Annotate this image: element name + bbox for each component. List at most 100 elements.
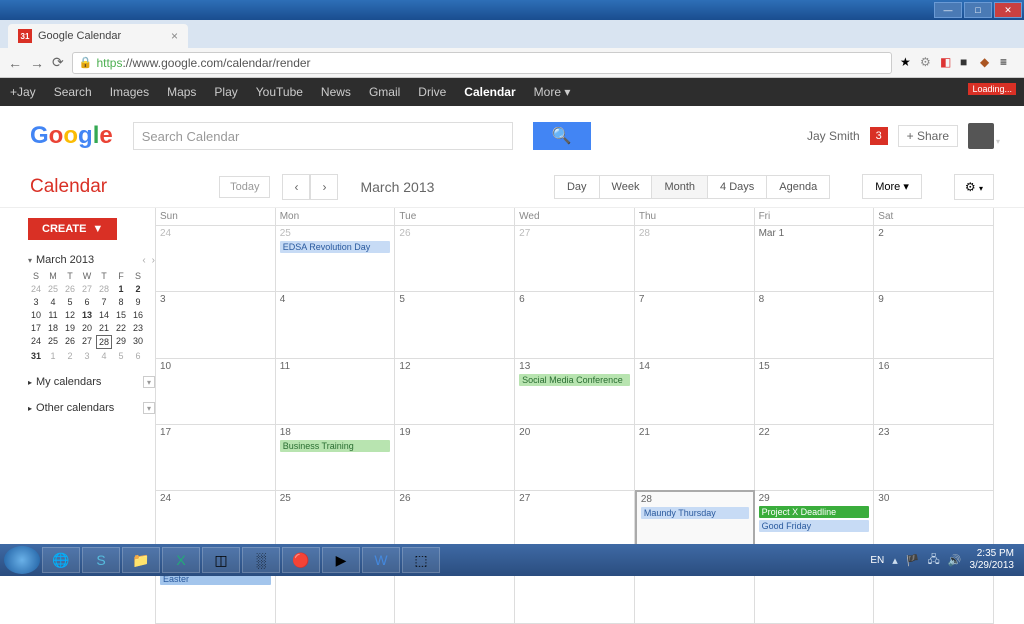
mini-day[interactable]: 1 (45, 350, 61, 362)
day-cell[interactable]: 11 (276, 358, 396, 424)
mini-day[interactable]: 18 (45, 322, 61, 334)
mini-day[interactable]: 29 (113, 335, 129, 349)
mini-day[interactable]: 27 (79, 283, 95, 295)
volume-icon[interactable]: 🔊 (948, 554, 962, 567)
mini-day[interactable]: 5 (62, 296, 78, 308)
back-button[interactable]: ← (8, 55, 22, 71)
mini-day[interactable]: 25 (45, 283, 61, 295)
taskbar-explorer[interactable]: 📁 (122, 547, 160, 573)
taskbar-app[interactable]: ⬚ (402, 547, 440, 573)
mini-day[interactable]: 23 (130, 322, 146, 334)
close-window-button[interactable]: ✕ (994, 2, 1022, 18)
gbar-link-play[interactable]: Play (214, 85, 237, 99)
day-cell[interactable]: 28 (635, 225, 755, 291)
mini-day[interactable]: 27 (79, 335, 95, 349)
other-calendars-section[interactable]: ▸ Other calendars ▾ (28, 402, 155, 414)
mini-day[interactable]: 5 (113, 350, 129, 362)
mini-day[interactable]: 2 (62, 350, 78, 362)
day-cell[interactable]: 10 (156, 358, 276, 424)
search-button[interactable]: 🔍 (533, 122, 591, 150)
day-cell[interactable]: 13Social Media Conference (515, 358, 635, 424)
day-cell[interactable]: 12 (395, 358, 515, 424)
flag-icon[interactable]: 🏴 (906, 554, 920, 567)
mini-day[interactable]: 8 (113, 296, 129, 308)
mini-day[interactable]: 16 (130, 309, 146, 321)
taskbar-app[interactable]: ░ (242, 547, 280, 573)
mini-day[interactable]: 20 (79, 322, 95, 334)
mini-day[interactable]: 2 (130, 283, 146, 295)
share-button[interactable]: + Share (898, 125, 958, 147)
notification-badge[interactable]: 3 (870, 127, 888, 145)
taskbar-media[interactable]: ▶ (322, 547, 360, 573)
ext-icon[interactable]: ■ (960, 55, 976, 71)
mini-day[interactable]: 22 (113, 322, 129, 334)
event[interactable]: Good Friday (759, 520, 870, 532)
mini-day[interactable]: 12 (62, 309, 78, 321)
taskbar-word[interactable]: W (362, 547, 400, 573)
day-cell[interactable]: 3 (156, 291, 276, 357)
mini-day[interactable]: 3 (79, 350, 95, 362)
mini-day[interactable]: 28 (96, 335, 112, 349)
day-cell[interactable]: 20 (515, 424, 635, 490)
mini-day[interactable]: 6 (130, 350, 146, 362)
gbar-link-maps[interactable]: Maps (167, 85, 196, 99)
mini-day[interactable]: 19 (62, 322, 78, 334)
mini-day[interactable]: 24 (28, 283, 44, 295)
forward-button[interactable]: → (30, 55, 44, 71)
day-cell[interactable]: 9 (874, 291, 994, 357)
mini-day[interactable]: 21 (96, 322, 112, 334)
gbar-link-more[interactable]: More ▾ (534, 85, 571, 99)
network-icon[interactable]: 🖧 (928, 551, 940, 570)
mini-prev-button[interactable]: ‹ (142, 255, 145, 266)
gbar-link-search[interactable]: Search (54, 85, 92, 99)
mini-day[interactable]: 26 (62, 283, 78, 295)
mini-day[interactable]: 24 (28, 335, 44, 349)
day-cell[interactable]: 2 (874, 225, 994, 291)
day-cell[interactable]: 14 (635, 358, 755, 424)
ext-icon[interactable]: ◆ (980, 55, 996, 71)
day-cell[interactable]: 15 (755, 358, 875, 424)
mini-day[interactable]: 17 (28, 322, 44, 334)
gbar-link-calendar[interactable]: Calendar (464, 85, 515, 99)
collapse-icon[interactable]: ▾ (28, 256, 32, 265)
taskbar-chrome[interactable]: 🔴 (282, 547, 320, 573)
event[interactable]: Project X Deadline (759, 506, 870, 518)
dropdown-icon[interactable]: ▾ (143, 376, 155, 388)
google-logo[interactable]: Google (30, 122, 113, 150)
gbar-link-images[interactable]: Images (110, 85, 149, 99)
ext-icon[interactable]: ⚙ (920, 55, 936, 71)
day-cell[interactable]: 26 (395, 225, 515, 291)
mini-day[interactable]: 11 (45, 309, 61, 321)
more-button[interactable]: More ▾ (862, 174, 922, 199)
mini-day[interactable]: 4 (96, 350, 112, 362)
minimize-button[interactable]: — (934, 2, 962, 18)
view-week[interactable]: Week (599, 175, 653, 199)
mini-day[interactable]: 30 (130, 335, 146, 349)
user-name[interactable]: Jay Smith (807, 129, 860, 143)
taskbar-excel[interactable]: X (162, 547, 200, 573)
mini-day[interactable]: 4 (45, 296, 61, 308)
mini-day[interactable]: 31 (28, 350, 44, 362)
start-button[interactable] (4, 546, 40, 574)
mini-day[interactable]: 6 (79, 296, 95, 308)
reload-button[interactable]: ⟳ (52, 54, 64, 71)
mini-day[interactable]: 26 (62, 335, 78, 349)
menu-icon[interactable]: ≡ (1000, 55, 1016, 71)
event[interactable]: Social Media Conference (519, 374, 630, 386)
view-month[interactable]: Month (651, 175, 708, 199)
gbar-link-youtube[interactable]: YouTube (256, 85, 303, 99)
taskbar-app[interactable]: ◫ (202, 547, 240, 573)
mini-day[interactable]: 7 (96, 296, 112, 308)
day-cell[interactable]: 19 (395, 424, 515, 490)
settings-button[interactable]: ⚙ ▾ (954, 174, 994, 200)
mini-day[interactable]: 28 (96, 283, 112, 295)
day-cell[interactable]: 4 (276, 291, 396, 357)
gbar-link-gmail[interactable]: Gmail (369, 85, 400, 99)
prev-month-button[interactable]: ‹ (282, 174, 310, 200)
taskbar-ie[interactable]: 🌐 (42, 547, 80, 573)
mini-day[interactable]: 1 (113, 283, 129, 295)
ext-icon[interactable]: ★ (900, 55, 916, 71)
ext-icon[interactable]: ◧ (940, 55, 956, 71)
event[interactable]: EDSA Revolution Day (280, 241, 391, 253)
browser-tab[interactable]: 31 Google Calendar × (8, 24, 188, 48)
